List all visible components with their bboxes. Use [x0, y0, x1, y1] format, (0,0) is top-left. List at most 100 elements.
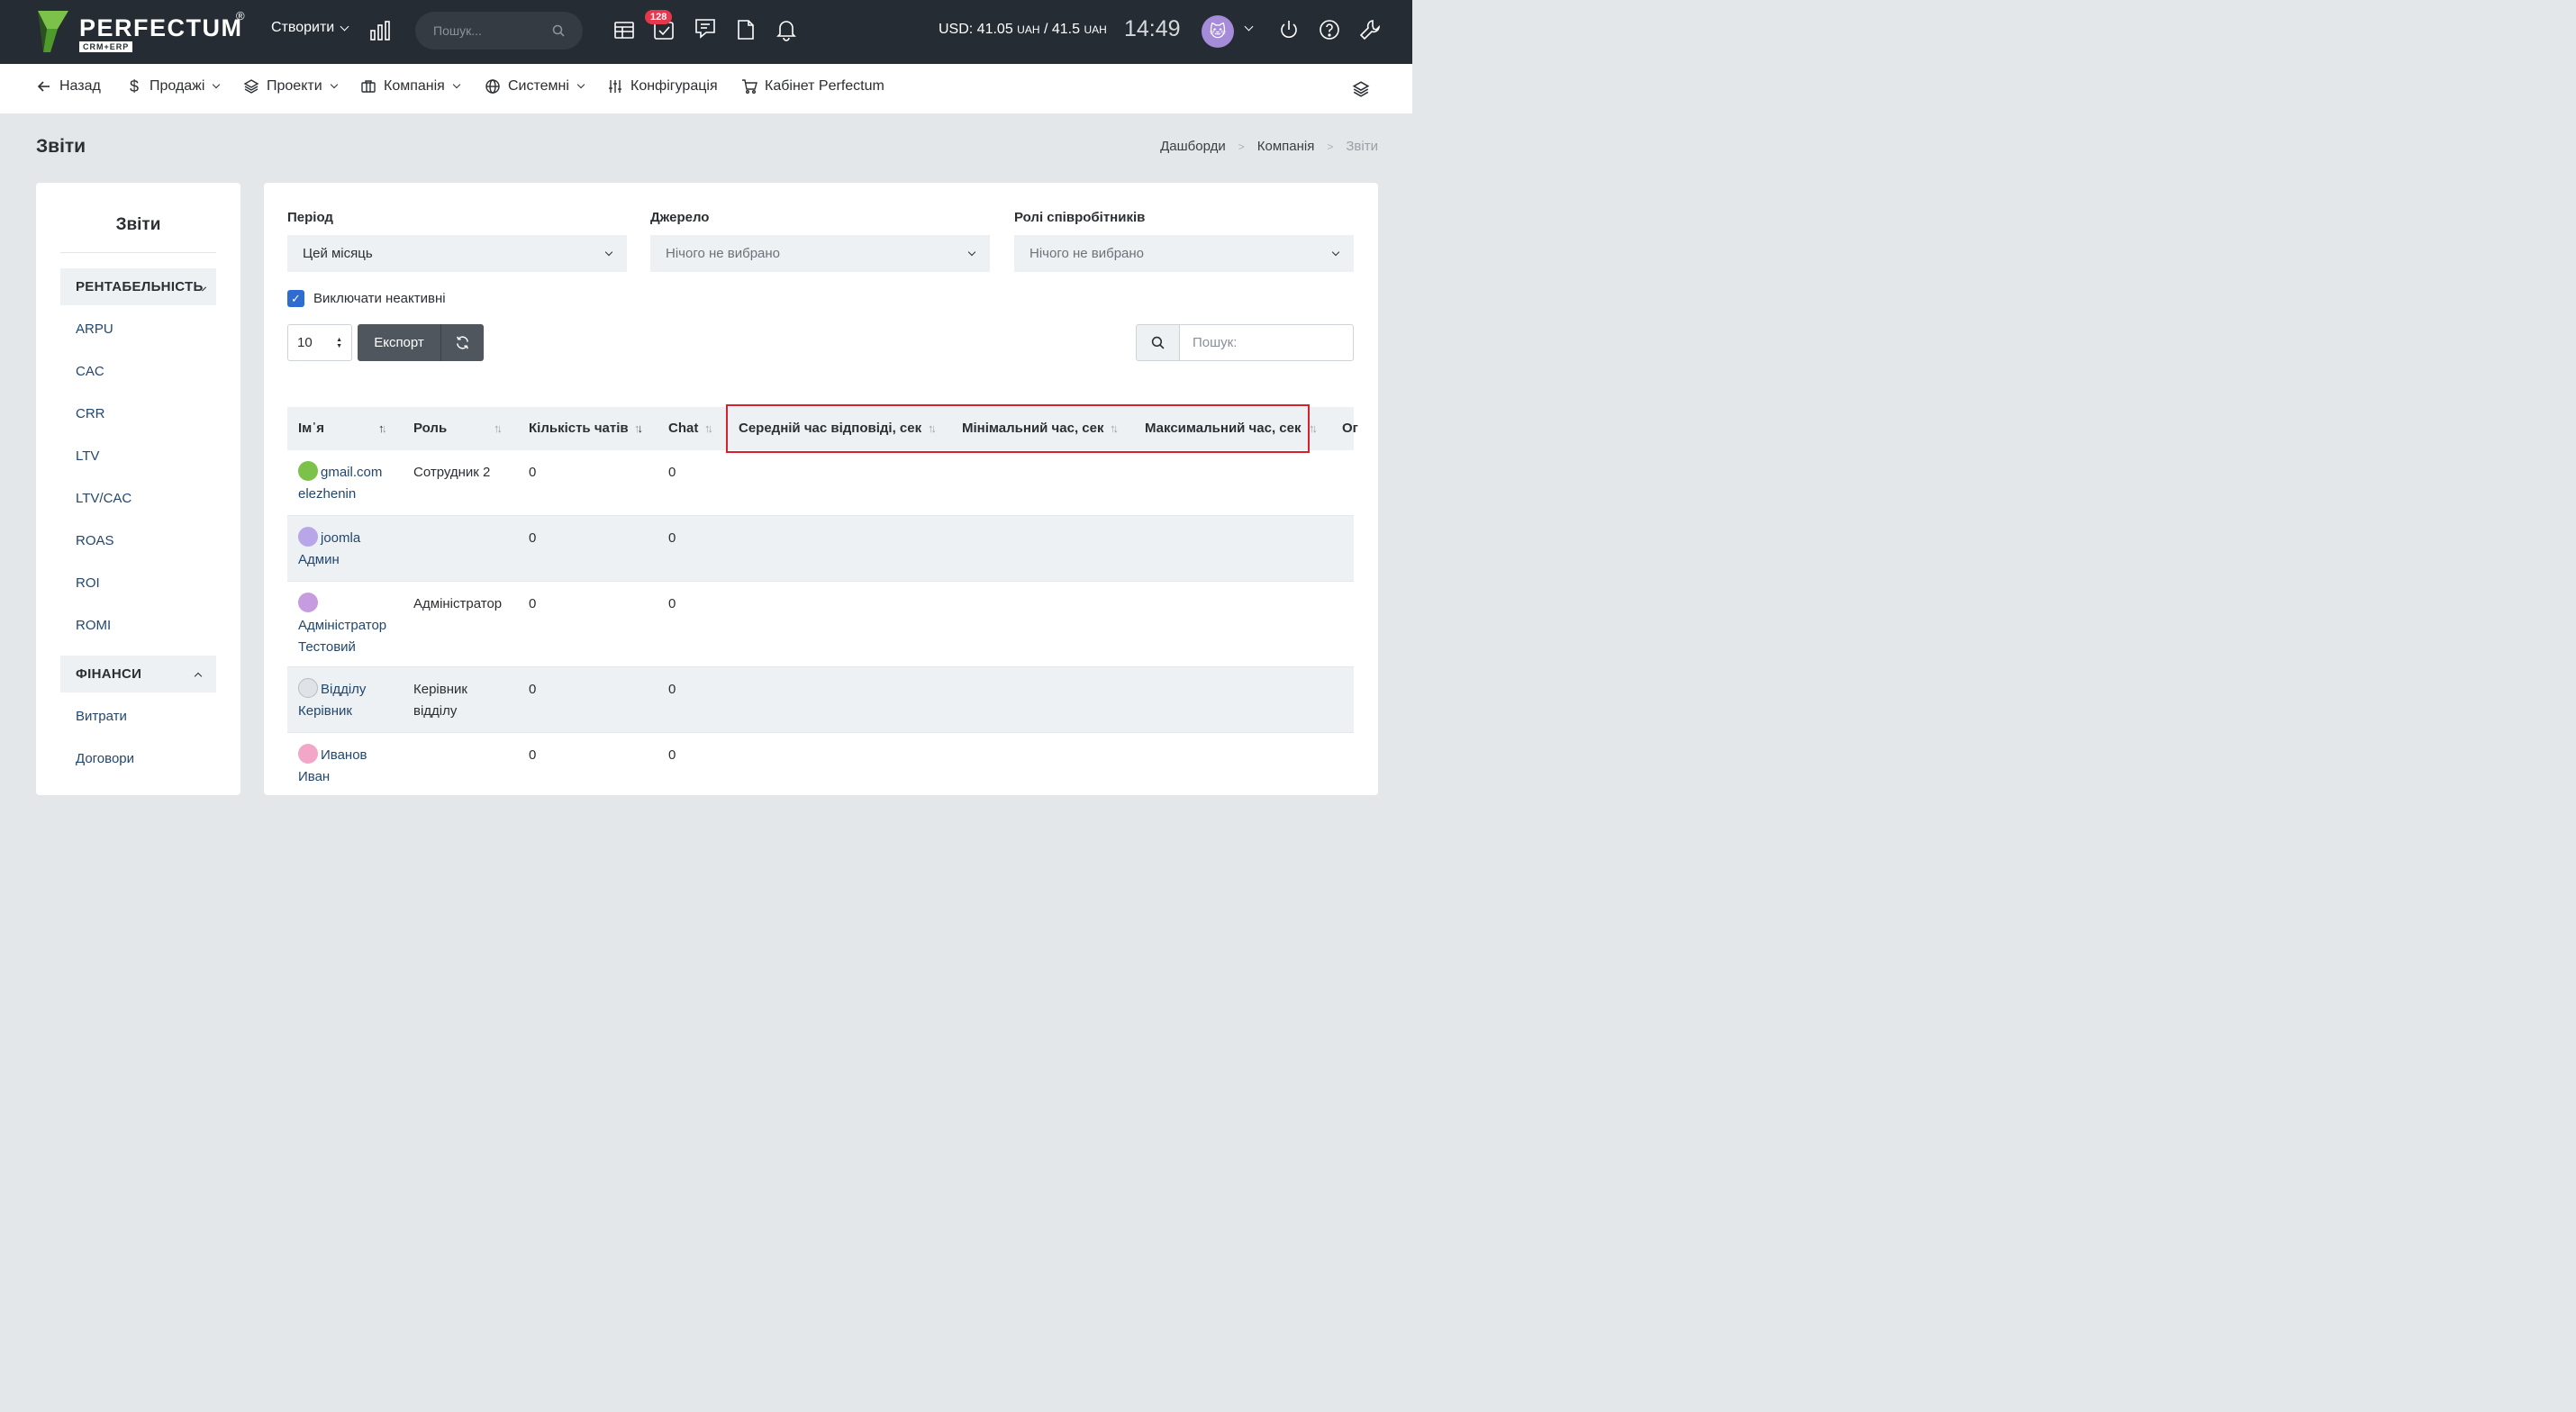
role-cell: Керівник відділу — [413, 679, 467, 722]
currency-unit-1: UAH — [1017, 23, 1040, 36]
sidebar-item-expenses[interactable]: Витрати — [76, 709, 127, 724]
document-icon[interactable] — [734, 18, 757, 41]
sidebar-item-arpu[interactable]: ARPU — [76, 321, 113, 337]
user-name-line2: Адміністратор — [298, 618, 387, 633]
reports-sidebar: Звіти РЕНТАБЕЛЬНІСТЬ ARPU CAC CRR LTV LT… — [36, 183, 240, 795]
bell-icon[interactable] — [775, 18, 798, 41]
table-search-input[interactable] — [1179, 324, 1354, 361]
exclude-inactive-label[interactable]: Виключати неактивні — [313, 291, 446, 306]
nav-back-label: Назад — [59, 78, 101, 94]
sidebar-divider — [60, 252, 216, 253]
sidebar-group-finance[interactable]: ФІНАНСИ — [60, 656, 216, 692]
table-row: gmail.com elezhenin Сотрудник 2 0 0 — [287, 450, 1354, 516]
sidebar-item-contracts[interactable]: Договори — [76, 751, 134, 766]
chevron-down-icon — [604, 248, 613, 256]
user-name-cell[interactable]: Відділу Керівник — [298, 678, 366, 722]
top-search[interactable]: Пошук... — [415, 12, 583, 50]
sidebar-item-ltv[interactable]: LTV — [76, 448, 99, 464]
export-button[interactable]: Експорт — [358, 324, 440, 361]
calendar-icon[interactable] — [612, 18, 636, 41]
chat-count-cell: 0 — [529, 596, 537, 611]
layers-icon[interactable] — [1352, 80, 1370, 98]
page-length-select[interactable]: 10 ▲ ▼ — [287, 324, 352, 361]
roles-value: Нічого не вибрано — [1029, 246, 1145, 261]
chevron-down-icon — [330, 80, 338, 89]
brand-reg: ® — [236, 9, 245, 23]
nav-config[interactable]: Конфігурація — [607, 78, 718, 95]
chevron-down-icon[interactable] — [1244, 22, 1254, 32]
briefcase-icon — [361, 80, 376, 93]
table-search-button[interactable] — [1136, 324, 1180, 361]
nav-back[interactable]: Назад — [36, 78, 101, 95]
main-nav: Назад $ Продажі Проекти Компанія Системн… — [0, 64, 1412, 113]
user-name-line1: gmail.com — [321, 465, 383, 480]
user-name-line3: Тестовий — [298, 639, 356, 655]
source-select[interactable]: Нічого не вибрано — [650, 235, 990, 272]
nav-projects[interactable]: Проекти — [243, 78, 338, 95]
user-name-cell[interactable]: gmail.com elezhenin — [298, 461, 383, 505]
chat-count-cell: 0 — [529, 747, 537, 763]
refresh-button[interactable] — [440, 324, 484, 361]
stats-chart-icon[interactable] — [369, 20, 391, 41]
chevron-down-icon — [967, 248, 976, 256]
sidebar-group-profitability[interactable]: РЕНТАБЕЛЬНІСТЬ — [60, 268, 216, 305]
breadcrumb-separator-icon: > — [1238, 140, 1245, 153]
logo[interactable]: PERFECTUM ® CRM+ERP — [36, 9, 252, 56]
col-name[interactable]: Ім᾽я — [298, 421, 324, 436]
highlight-box — [726, 404, 1310, 453]
sort-icon[interactable]: ↑↓ — [704, 421, 713, 435]
period-select[interactable]: Цей місяць — [287, 235, 627, 272]
user-name-cell[interactable]: Адміністратор Тестовий — [298, 593, 386, 658]
user-avatar[interactable]: 🐱 — [1202, 15, 1234, 48]
refresh-icon — [457, 336, 468, 349]
currency-unit-2: UAH — [1084, 23, 1107, 36]
nav-projects-label: Проекти — [267, 78, 322, 94]
sort-icon[interactable]: ↑↓ — [494, 421, 503, 435]
chat-cell: 0 — [668, 530, 676, 546]
breadcrumb-current: Звіти — [1346, 139, 1378, 154]
col-chat[interactable]: Chat — [668, 421, 698, 436]
nav-company[interactable]: Компанія — [360, 78, 461, 95]
user-avatar — [298, 593, 318, 613]
help-icon[interactable] — [1318, 18, 1341, 41]
sort-icon[interactable]: ↑↓ — [1309, 421, 1318, 435]
role-line2: відділу — [413, 703, 458, 719]
col-chat-count[interactable]: Кількість чатів — [529, 421, 629, 436]
table-row: Відділу Керівник Керівник відділу 0 0 — [287, 667, 1354, 733]
nav-cabinet[interactable]: Кабінет Perfectum — [741, 78, 884, 95]
sidebar-item-crr[interactable]: CRR — [76, 406, 105, 421]
user-avatar — [298, 744, 318, 765]
sidebar-item-cac[interactable]: CAC — [76, 364, 104, 379]
sort-icon[interactable]: ↑↓ — [634, 421, 643, 435]
sidebar-item-ltv-cac[interactable]: LTV/CAC — [76, 491, 132, 506]
power-icon[interactable] — [1277, 18, 1301, 41]
sidebar-item-roi[interactable]: ROI — [76, 575, 100, 591]
sidebar-item-roas[interactable]: ROAS — [76, 533, 114, 548]
wrench-icon[interactable] — [1358, 18, 1382, 41]
exclude-inactive-checkbox[interactable]: ✓ — [287, 290, 304, 307]
nav-company-label: Компанія — [384, 78, 445, 94]
create-button[interactable]: Створити — [271, 20, 349, 36]
roles-label: Ролі співробітників — [1014, 210, 1146, 225]
chevron-down-icon — [452, 80, 461, 89]
nav-system[interactable]: Системні — [485, 78, 585, 95]
roles-select[interactable]: Нічого не вибрано — [1014, 235, 1354, 272]
chat-count-cell: 0 — [529, 682, 537, 697]
chevron-down-icon — [576, 80, 585, 89]
col-role[interactable]: Роль — [413, 421, 447, 436]
sidebar-item-romi[interactable]: ROMI — [76, 618, 111, 633]
table-row: Иванов Иван 0 0 — [287, 733, 1354, 795]
col-other[interactable]: Ог — [1342, 421, 1358, 436]
user-name-cell[interactable]: joomla Админ — [298, 527, 360, 571]
sort-icon[interactable]: ↑↓ — [378, 421, 387, 435]
brand-name: PERFECTUM — [79, 14, 243, 41]
breadcrumb: Дашборди > Компанія > Звіти — [1160, 139, 1378, 154]
nav-sales[interactable]: $ Продажі — [126, 78, 221, 95]
breadcrumb-company[interactable]: Компанія — [1257, 139, 1315, 154]
breadcrumb-dashboards[interactable]: Дашборди — [1160, 139, 1226, 154]
role-line1: Керівник — [413, 682, 467, 697]
chat-icon[interactable] — [694, 16, 717, 40]
user-name-cell[interactable]: Иванов Иван — [298, 744, 367, 788]
currency-rate: USD: 41.05 UAH / 41.5 UAH — [939, 22, 1107, 38]
page-title: Звіти — [36, 136, 86, 157]
